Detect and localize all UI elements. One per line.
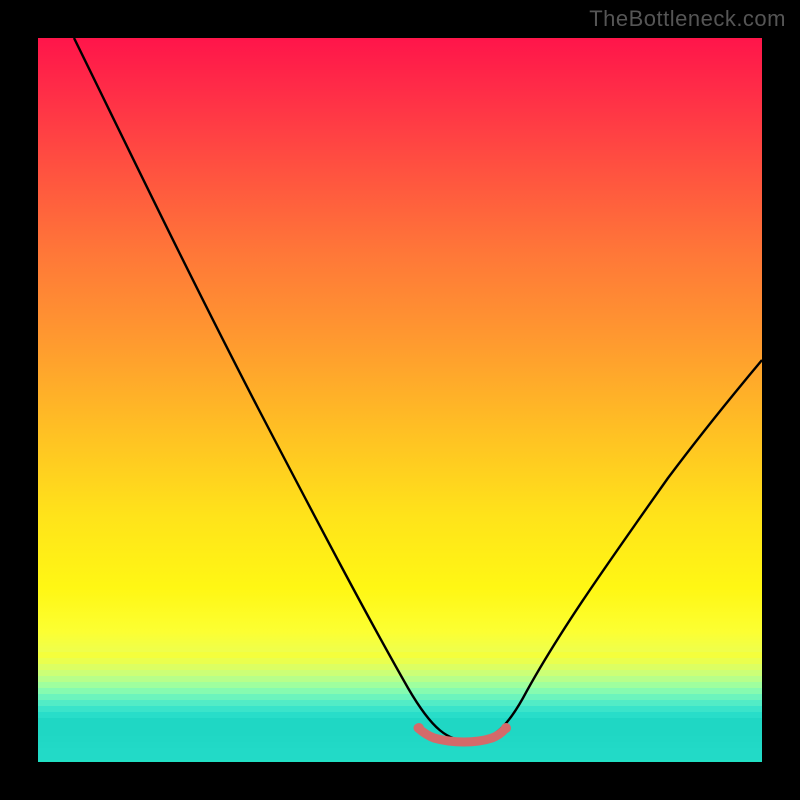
plateau-dot-left [414, 723, 424, 733]
chart-frame: TheBottleneck.com [0, 0, 800, 800]
watermark-text: TheBottleneck.com [589, 6, 786, 32]
bottleneck-curve-svg [38, 38, 762, 762]
plot-area [38, 38, 762, 762]
plateau-dot-right [501, 723, 511, 733]
optimal-plateau [418, 728, 506, 742]
bottleneck-curve [74, 38, 762, 741]
